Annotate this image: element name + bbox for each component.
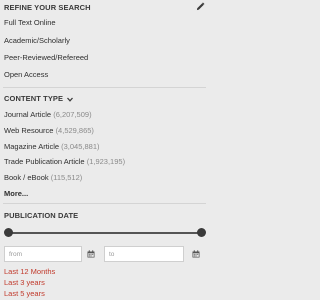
date-link-last-12-months[interactable]: Last 12 Months <box>4 267 55 276</box>
calendar-icon[interactable] <box>87 250 95 258</box>
content-type-count: (1,923,195) <box>86 157 126 166</box>
content-type-label: Book / eBook <box>4 173 49 182</box>
date-from-input[interactable] <box>4 246 82 262</box>
refine-option-peer-reviewed[interactable]: Peer-Reviewed/Refereed <box>4 53 88 62</box>
date-range-end-handle[interactable] <box>197 228 206 237</box>
calendar-icon[interactable] <box>192 250 200 258</box>
pencil-icon[interactable] <box>196 2 205 11</box>
content-type-label: Web Resource <box>4 126 54 135</box>
content-type-count: (6,207,509) <box>53 110 92 119</box>
content-type-more-link[interactable]: More... <box>4 189 28 198</box>
date-to-input[interactable] <box>104 246 184 262</box>
date-link-last-5-years[interactable]: Last 5 years <box>4 289 45 298</box>
chevron-down-icon[interactable] <box>67 97 74 102</box>
content-type-heading[interactable]: CONTENT TYPE <box>4 94 74 103</box>
publication-date-heading: PUBLICATION DATE <box>4 211 79 220</box>
content-type-label: Journal Article <box>4 110 52 119</box>
content-type-item[interactable]: Book / eBook (115,512) <box>4 173 82 182</box>
content-type-count: (115,512) <box>50 173 83 182</box>
date-range-start-handle[interactable] <box>4 228 13 237</box>
section-divider <box>3 203 206 204</box>
content-type-item[interactable]: Trade Publication Article (1,923,195) <box>4 157 125 166</box>
refine-search-panel: REFINE YOUR SEARCH Full Text Online Acad… <box>0 0 209 300</box>
content-type-label: Trade Publication Article <box>4 157 85 166</box>
content-type-item[interactable]: Web Resource (4,529,865) <box>4 126 94 135</box>
refine-search-heading: REFINE YOUR SEARCH <box>4 3 91 12</box>
section-divider <box>3 87 206 88</box>
date-link-last-3-years[interactable]: Last 3 years <box>4 278 45 287</box>
content-type-count: (3,045,881) <box>61 142 100 151</box>
refine-option-academic-scholarly[interactable]: Academic/Scholarly <box>4 36 70 45</box>
refine-option-full-text-online[interactable]: Full Text Online <box>4 18 56 27</box>
content-type-label: Magazine Article <box>4 142 60 151</box>
content-type-title: CONTENT TYPE <box>4 94 64 103</box>
refine-option-open-access[interactable]: Open Access <box>4 70 48 79</box>
content-type-count: (4,529,865) <box>55 126 94 135</box>
date-range-slider-track[interactable] <box>8 232 201 234</box>
content-type-item[interactable]: Magazine Article (3,045,881) <box>4 142 100 151</box>
content-type-item[interactable]: Journal Article (6,207,509) <box>4 110 92 119</box>
